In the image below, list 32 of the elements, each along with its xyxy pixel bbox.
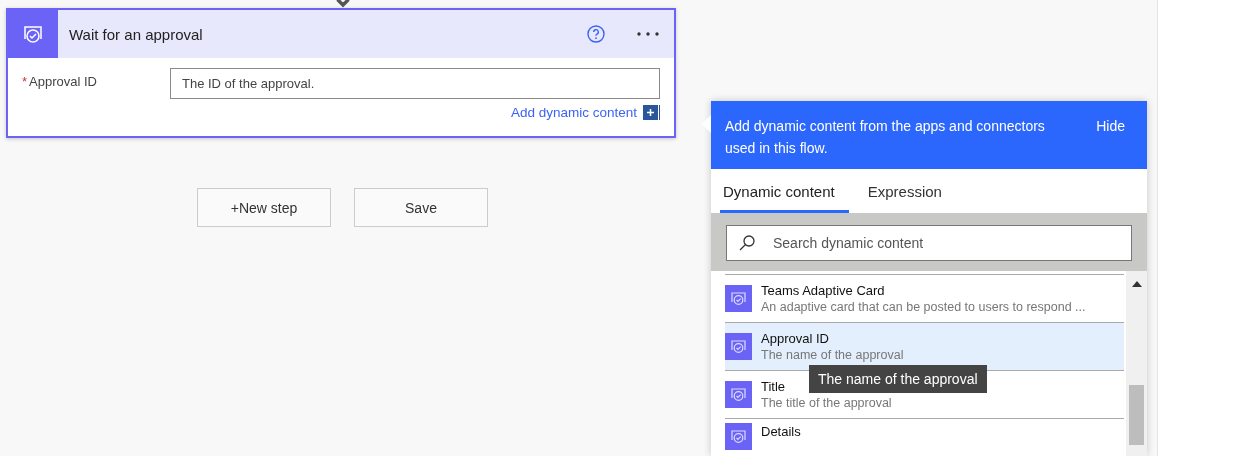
add-dynamic-content-link[interactable]: Add dynamic content bbox=[510, 105, 637, 120]
hide-link[interactable]: Hide bbox=[1096, 115, 1125, 159]
item-title: Approval ID bbox=[761, 329, 829, 347]
item-description: The name of the approval bbox=[761, 346, 904, 364]
dynamic-content-item[interactable]: Details bbox=[725, 418, 1124, 456]
card-title: Wait for an approval bbox=[69, 25, 204, 43]
field-label: Approval ID bbox=[29, 74, 97, 89]
approval-icon bbox=[725, 333, 752, 360]
item-title: Teams Adaptive Card bbox=[761, 281, 885, 299]
help-icon[interactable] bbox=[586, 24, 606, 44]
banner-text: Add dynamic content from the apps and connectors used in this flow. bbox=[725, 117, 1046, 158]
approval-id-field[interactable]: The ID of the approval. bbox=[170, 68, 660, 99]
search-icon bbox=[738, 234, 756, 252]
approval-icon bbox=[725, 423, 752, 450]
item-title: Title bbox=[761, 377, 786, 395]
approval-icon bbox=[725, 285, 752, 312]
required-asterisk: * bbox=[22, 74, 28, 89]
dynamic-content-item[interactable]: Approval ID The name of the approval bbox=[725, 322, 1124, 370]
item-title: Details bbox=[761, 423, 801, 440]
approval-icon bbox=[725, 381, 752, 408]
panel-tab[interactable]: Expression bbox=[864, 169, 956, 213]
item-description: An adaptive card that can be posted to users to respond ... bbox=[761, 298, 1086, 316]
item-description: The title of the approval bbox=[761, 394, 892, 412]
scrollbar-thumb[interactable] bbox=[1129, 385, 1144, 445]
more-icon[interactable] bbox=[636, 31, 660, 37]
add-icon[interactable] bbox=[643, 105, 660, 120]
search-field[interactable]: Search dynamic content bbox=[726, 225, 1132, 261]
tooltip: The name of the approval bbox=[809, 365, 987, 393]
save-button[interactable]: Save bbox=[354, 188, 488, 227]
scroll-up-icon[interactable] bbox=[1131, 281, 1142, 287]
connector-arrow-icon bbox=[336, 0, 350, 8]
new-step-button[interactable]: +New step bbox=[197, 188, 331, 227]
